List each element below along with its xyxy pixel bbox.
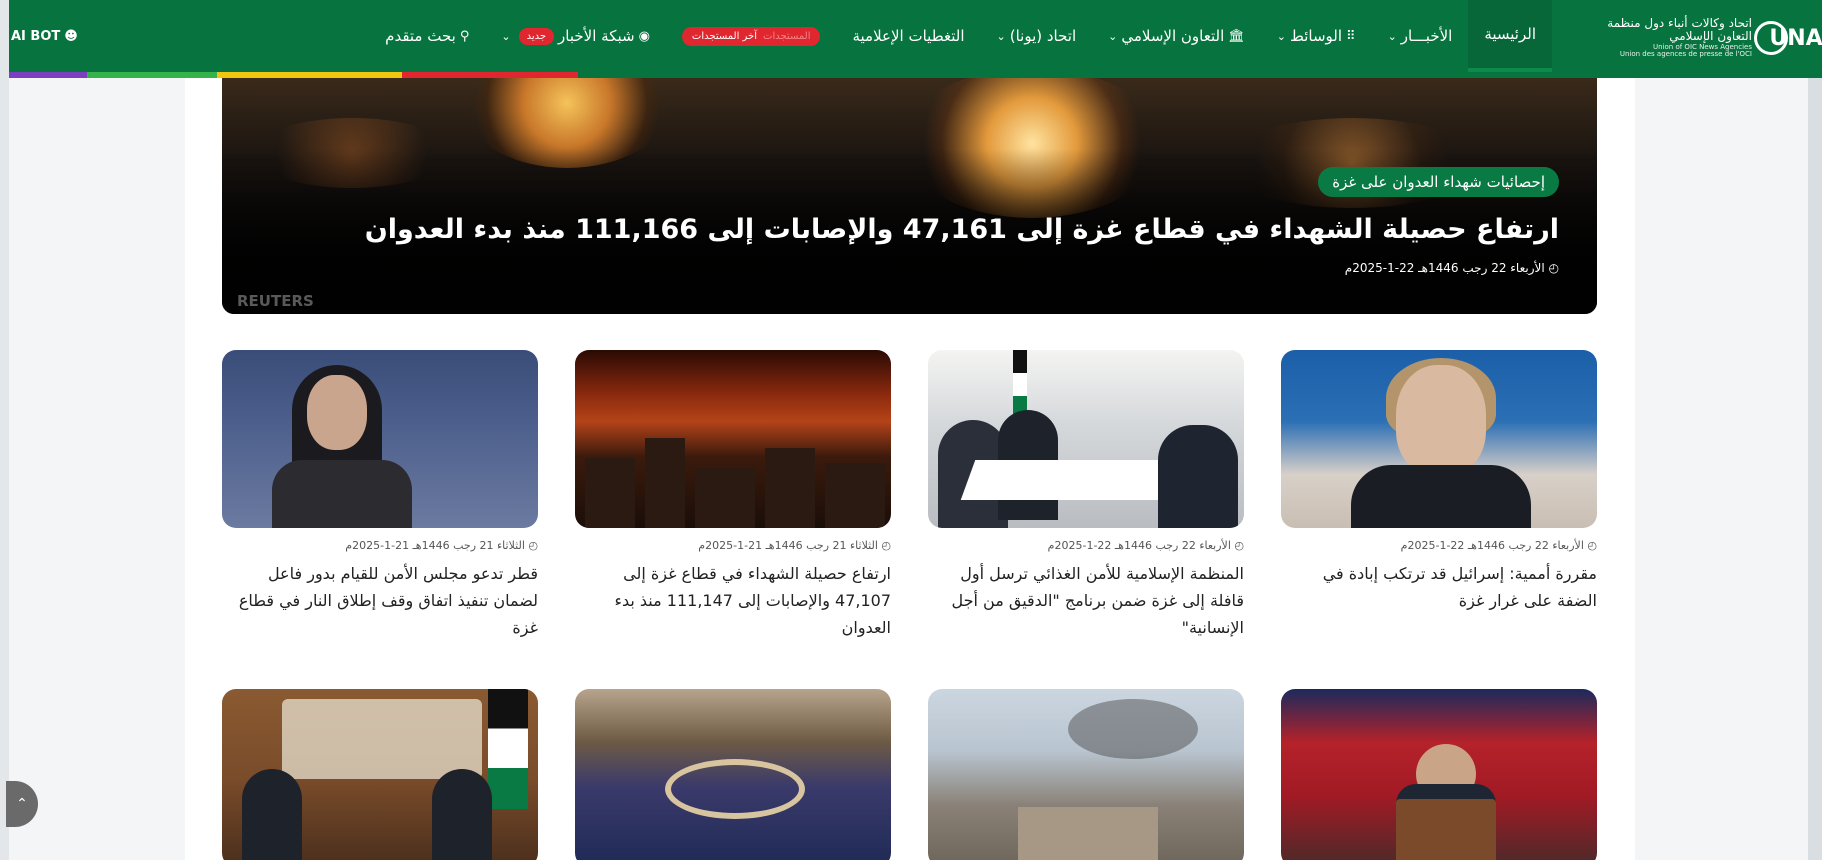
nav-item-label: اتحاد (يونا)	[1009, 27, 1077, 45]
clock-icon: ◴	[528, 539, 538, 552]
news-card[interactable]: ◴ الأربعاء 22 رجب 1446هـ 22-1-2025م المن…	[928, 350, 1244, 641]
news-thumbnail[interactable]	[1281, 350, 1597, 528]
chevron-down-icon: ⌄	[1276, 29, 1286, 43]
chevron-down-icon: ⌄	[1108, 29, 1118, 43]
chevron-down-icon: ⌄	[501, 29, 511, 43]
nav-item-label: بحث متقدم	[385, 27, 456, 45]
news-thumbnail[interactable]	[222, 689, 538, 860]
news-date: ◴ الأربعاء 22 رجب 1446هـ 22-1-2025م	[1047, 539, 1244, 552]
nav-item-label: شبكة الأخبار	[558, 27, 635, 45]
news-thumbnail[interactable]	[928, 689, 1244, 860]
main-content: REUTERS إحصائيات شهداء العدوان على غزة ا…	[185, 78, 1635, 860]
logo-text: اتحاد وكالات أنباء دول منظمة التعاون الإ…	[1572, 16, 1752, 59]
photo-credit: REUTERS	[237, 292, 314, 310]
main-navbar: AI BOT ☻ الرئيسية الأخبـــار ⌄ ⠿ الوسائط…	[9, 0, 1822, 78]
news-card[interactable]	[928, 689, 1244, 860]
nav-item-media[interactable]: ⠿ الوسائط ⌄	[1261, 0, 1372, 72]
nav-item-label: التعاون الإسلامي	[1121, 27, 1225, 45]
clock-icon: ◴	[881, 539, 891, 552]
nav-item-label: الرئيسية	[1484, 25, 1536, 43]
grid-icon: ⠿	[1346, 28, 1356, 44]
news-thumbnail[interactable]	[575, 689, 891, 860]
latest-label: آخر المستجدات	[691, 30, 758, 42]
site-logo[interactable]: اتحاد وكالات أنباء دول منظمة التعاون الإ…	[1572, 8, 1822, 68]
news-date: ◴ الأربعاء 22 رجب 1446هـ 22-1-2025م	[1400, 539, 1597, 552]
page-scrollbar[interactable]	[1808, 0, 1822, 860]
ai-bot-label: AI BOT	[11, 28, 61, 44]
una-logo-mark: UNA	[1754, 18, 1822, 58]
latest-dim-label: المستجدات	[763, 30, 811, 42]
nav-item-advanced-search[interactable]: ⚲ بحث متقدم	[369, 0, 485, 72]
news-card[interactable]: ◴ الثلاثاء 21 رجب 1446هـ 21-1-2025م ارتف…	[575, 350, 891, 641]
clock-icon: ◴	[1548, 261, 1559, 275]
hero-title[interactable]: ارتفاع حصيلة الشهداء في قطاع غزة إلى 47,…	[365, 214, 1559, 245]
hero-article[interactable]: REUTERS إحصائيات شهداء العدوان على غزة ا…	[222, 78, 1597, 314]
news-card[interactable]: ◴ الثلاثاء 21 رجب 1446هـ 21-1-2025م قطر …	[222, 350, 538, 641]
news-card[interactable]	[575, 689, 891, 860]
nav-item-label: الأخبـــار	[1400, 27, 1453, 45]
news-thumbnail[interactable]	[1281, 689, 1597, 860]
hero-date: ◴ الأربعاء 22 رجب 1446هـ 22-1-2025م	[1344, 261, 1559, 275]
nav-item-coverage[interactable]: التغطيات الإعلامية	[836, 0, 980, 72]
nav-item-news[interactable]: الأخبـــار ⌄	[1372, 0, 1469, 72]
news-date: ◴ الثلاثاء 21 رجب 1446هـ 21-1-2025م	[345, 539, 538, 552]
news-title[interactable]: مقررة أممية: إسرائيل قد ترتكب إبادة في ا…	[1281, 560, 1597, 614]
nav-item-islamic-cooperation[interactable]: 🏛 التعاون الإسلامي ⌄	[1092, 0, 1261, 72]
logo-arabic: اتحاد وكالات أنباء دول منظمة التعاون الإ…	[1607, 16, 1752, 44]
nav-item-home[interactable]: الرئيسية	[1468, 0, 1552, 72]
news-thumbnail[interactable]	[575, 350, 891, 528]
chevron-down-icon: ⌄	[996, 29, 1006, 43]
nav-item-label: التغطيات الإعلامية	[852, 27, 965, 45]
left-edge	[0, 0, 9, 860]
ai-bot-button[interactable]: AI BOT ☻	[9, 0, 78, 72]
nav-item-label: الوسائط	[1290, 27, 1343, 45]
nav-menu: الرئيسية الأخبـــار ⌄ ⠿ الوسائط ⌄ 🏛 التع…	[369, 0, 1552, 72]
news-title[interactable]: المنظمة الإسلامية للأمن الغذائي ترسل أول…	[928, 560, 1244, 641]
building-icon: 🏛	[1228, 28, 1245, 44]
hero-category-tag[interactable]: إحصائيات شهداء العدوان على غزة	[1318, 167, 1559, 197]
clock-icon: ◴	[1587, 539, 1597, 552]
news-card[interactable]: ◴ الأربعاء 22 رجب 1446هـ 22-1-2025م مقرر…	[1281, 350, 1597, 614]
nav-item-news-network[interactable]: ◉ شبكة الأخبار جديد ⌄	[485, 0, 666, 72]
nav-item-una[interactable]: اتحاد (يونا) ⌄	[981, 0, 1093, 72]
search-icon: ⚲	[459, 28, 470, 44]
clock-icon: ◴	[1234, 539, 1244, 552]
news-thumbnail[interactable]	[928, 350, 1244, 528]
news-card[interactable]	[1281, 689, 1597, 860]
nav-item-latest[interactable]: المستجدات آخر المستجدات	[666, 0, 837, 72]
news-thumbnail[interactable]	[222, 350, 538, 528]
chevron-up-icon: ⌃	[16, 796, 28, 812]
news-title[interactable]: قطر تدعو مجلس الأمن للقيام بدور فاعل لضم…	[222, 560, 538, 641]
scroll-to-top-button[interactable]: ⌃	[6, 781, 38, 827]
robot-icon: ☻	[64, 28, 78, 44]
news-card[interactable]	[222, 689, 538, 860]
new-badge: جديد	[518, 27, 555, 45]
latest-updates-pill: المستجدات آخر المستجدات	[681, 26, 821, 46]
news-date: ◴ الثلاثاء 21 رجب 1446هـ 21-1-2025م	[698, 539, 891, 552]
logo-french: Union des agences de presse de l'OCI	[1619, 50, 1752, 59]
news-title[interactable]: ارتفاع حصيلة الشهداء في قطاع غزة إلى 47,…	[575, 560, 891, 641]
chevron-down-icon: ⌄	[1387, 29, 1397, 43]
globe-icon: ◉	[638, 28, 650, 44]
